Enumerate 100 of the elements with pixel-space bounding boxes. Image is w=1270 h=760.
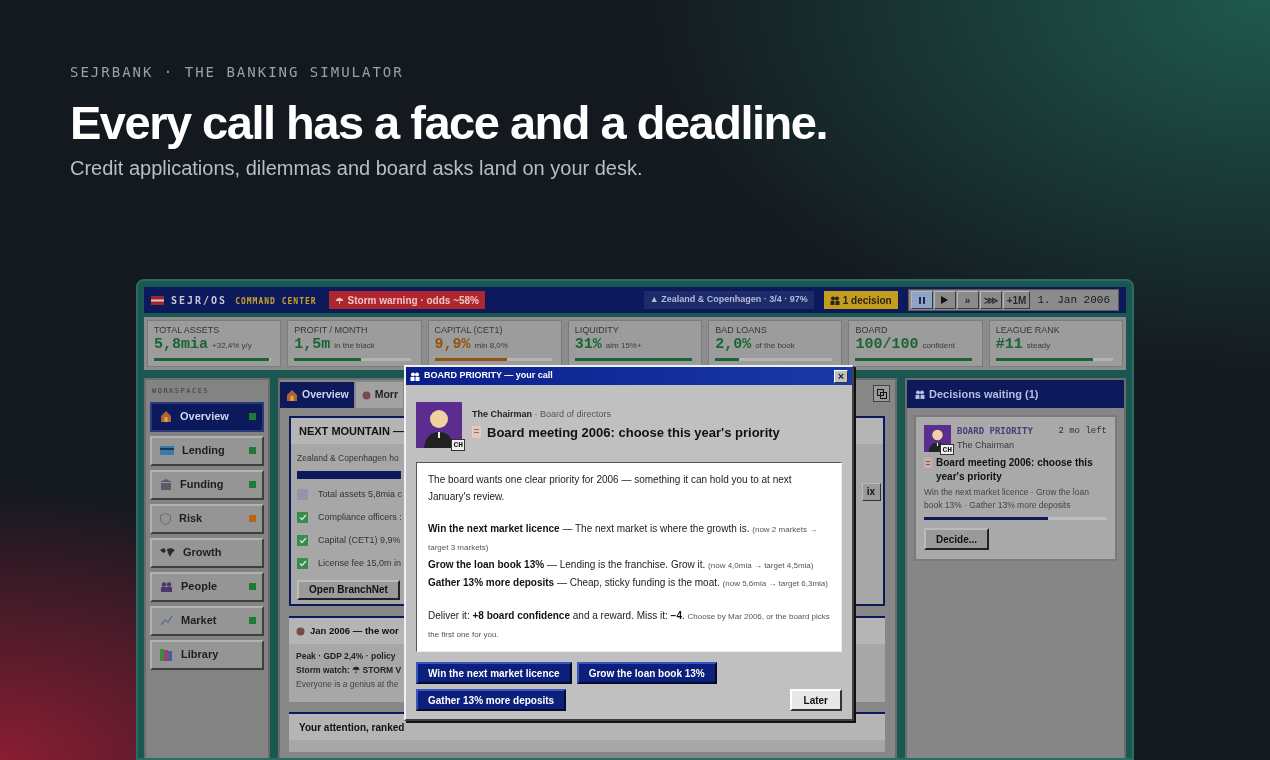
action-button[interactable]: ix [861, 482, 881, 501]
checklist-text: Capital (CET1) 9,9% [318, 534, 401, 547]
region-chip: ▲ Zealand & Copenhagen · 3/4 · 97% [643, 291, 814, 309]
tag-text: BOARD PRIORITY [957, 425, 1033, 438]
sidebar-item[interactable]: Overview [150, 401, 264, 432]
news-line: Peak · GDP 2,4% · policy [296, 650, 396, 663]
chart-icon [160, 615, 173, 626]
eyebrow-text: SEJRBANK · THE BANKING SIMULATOR [70, 63, 404, 81]
kpi-note: +32,4% y/y [212, 340, 252, 352]
news-line: Everyone is a genius at the [296, 678, 399, 691]
open-button[interactable]: Open BranchNet [297, 579, 400, 600]
close-button[interactable]: × [834, 369, 848, 383]
kpi-label: BOARD [855, 325, 888, 336]
restore-icon [876, 388, 887, 399]
kpi-label: LEAGUE RANK [995, 325, 1060, 336]
people-icon [160, 581, 173, 592]
play-button[interactable] [933, 291, 956, 309]
brand-text: SEJR/OS [171, 293, 228, 308]
people-icon [829, 295, 840, 305]
card-title: Your attention, ranked [299, 720, 405, 735]
speed-button[interactable]: ⋙ [979, 291, 1002, 309]
kpi-note: in the black [334, 340, 375, 352]
clipboard-icon [924, 458, 932, 468]
initials-badge: CH [940, 444, 954, 455]
paragraph: Grow the loan book 13% — Lending is the franchise. Grow it. (now 4,0mia → target 4,5mia) [428, 558, 815, 572]
card-title: Jan 2006 — the wor [310, 623, 399, 638]
bank-icon [160, 479, 172, 490]
kpi-note: of the book [755, 340, 795, 352]
kpi-label: CAPITAL (CET1) [434, 325, 503, 336]
sidebar-item[interactable]: Risk [150, 503, 264, 534]
later-button[interactable]: Later [789, 689, 842, 711]
pause-button[interactable] [910, 291, 933, 309]
sidebar-item[interactable]: Market [150, 605, 264, 636]
kpi-value: 31% [574, 336, 602, 354]
house-icon [160, 411, 172, 422]
kpi-note: min 8,0% [474, 340, 508, 352]
choice-button[interactable]: Grow the loan book 13% [576, 662, 717, 684]
dialog-heading: Board meeting 2006: choose this year's priority [487, 423, 780, 442]
kpi-value: 100/100 [855, 336, 919, 354]
kpi-note: aim 15%+ [605, 340, 642, 352]
restore-button[interactable] [873, 385, 890, 402]
kpi-label: LIQUIDITY [574, 325, 619, 336]
sidebar-item[interactable]: Funding [150, 469, 264, 500]
choice-button[interactable]: Gather 13% more deposits [416, 689, 567, 711]
flag-icon [151, 295, 164, 305]
sender-line: The Chairman · Board of directors [472, 408, 612, 421]
speed-button[interactable]: +1M [1002, 291, 1031, 309]
decision-title: Board meeting 2006: choose this year's priority [936, 456, 1094, 484]
person-avatar [416, 402, 462, 448]
clipboard-icon [472, 426, 481, 439]
person-avatar [924, 425, 951, 452]
decision-badge: 1 decision [823, 291, 898, 309]
product-text: COMMAND CENTER [235, 295, 317, 308]
checklist-text: License fee 15,0m in [318, 557, 402, 570]
decide-button[interactable]: Decide... [924, 528, 990, 550]
sidebar-item[interactable]: People [150, 571, 264, 602]
pause-icon [918, 296, 925, 304]
due-text: 2 mo left [1058, 425, 1107, 438]
initials-badge: CH [451, 439, 465, 451]
news-line: Storm watch: ☂ STORM V [296, 664, 402, 677]
storm-warning-badge: Storm warning · odds ~58% [328, 291, 485, 309]
paragraph: Deliver it: +8 board confidence and a reward. Miss it: −4. Choose by Mar 2006, or the board picks the first one for you. [428, 609, 830, 641]
tab[interactable]: Overview [280, 382, 354, 408]
choice-button[interactable]: Win the next market licence [416, 662, 572, 684]
panel-title: Decisions waiting (1) [929, 386, 1039, 402]
card-icon [160, 446, 174, 455]
kpi-value: 1,5m [294, 336, 331, 354]
people-icon [915, 389, 925, 399]
sidebar-item[interactable]: Library [150, 639, 264, 670]
house-icon [286, 389, 298, 401]
kpi-note: steady [1026, 340, 1051, 352]
sidebar-item[interactable]: Lending [150, 435, 264, 466]
checklist-text: Total assets 5,8mia c [318, 488, 403, 501]
checklist-text: Compliance officers : [318, 511, 402, 524]
sender-text: The Chairman [957, 438, 1015, 452]
tab[interactable]: Morr [355, 382, 404, 408]
paragraph: Gather 13% more deposits — Cheap, sticky funding is the moat. (now 5,6mia → target 6,3mia) [428, 576, 829, 590]
shield-icon [160, 512, 171, 525]
sidebar-item[interactable]: Growth [150, 537, 264, 568]
kpi-value: 5,8mia [154, 336, 208, 354]
kpi-value: 2,0% [715, 336, 752, 354]
options-text: Win the next market licence · Grow the loan book 13% · Gather 13% more deposits [924, 486, 1090, 512]
dialog-title: BOARD PRIORITY — your call [424, 369, 554, 383]
kpi-value: #11 [995, 336, 1023, 354]
subtitle: Credit applications, dilemmas and board asks land on your desk. [70, 156, 643, 181]
books-icon [160, 648, 173, 661]
kpi-label: BAD LOANS [715, 325, 767, 336]
umbrella-icon [334, 295, 344, 305]
date-text: 1. Jan 2006 [1036, 292, 1111, 308]
paragraph: The board wants one clear priority for 2006 — something it can hold you to at next January's review. [428, 473, 793, 504]
kpi-note: confident [922, 340, 955, 352]
kpi-value: 9,9% [434, 336, 471, 354]
card-title: NEXT MOUNTAIN — [299, 423, 404, 439]
speed-button[interactable]: » [956, 291, 979, 309]
kpi-label: PROFIT / MONTH [294, 325, 368, 336]
summary-text: Zealand & Copenhagen ho [297, 452, 399, 465]
play-icon [941, 296, 949, 304]
headline: Every call has a face and a deadline. [70, 95, 827, 151]
paragraph: Win the next market licence — The next market is where the growth is. (now 2 markets → target 3 markets) [428, 522, 819, 554]
people-icon [410, 371, 420, 381]
